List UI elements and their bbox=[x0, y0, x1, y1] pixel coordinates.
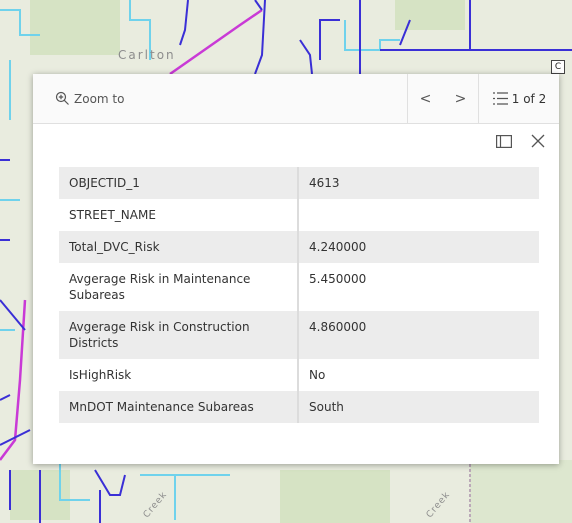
feature-popup: Zoom to < > 1 of 2 OBJECTID_1 4613 STREE… bbox=[33, 74, 559, 464]
list-icon bbox=[492, 92, 508, 105]
map-marker[interactable]: C bbox=[551, 60, 565, 74]
attribute-value: South bbox=[298, 391, 539, 423]
attribute-key: OBJECTID_1 bbox=[59, 167, 299, 199]
popup-toolbar bbox=[33, 124, 559, 158]
next-button[interactable]: > bbox=[451, 91, 471, 107]
attribute-key: MnDOT Maintenance Subareas bbox=[59, 391, 299, 423]
attribute-key: Avgerage Risk in Construction Districts bbox=[59, 311, 299, 359]
attribute-value: 4.240000 bbox=[298, 231, 539, 263]
previous-button[interactable]: < bbox=[416, 91, 436, 107]
attribute-key: Avgerage Risk in Maintenance Subareas bbox=[59, 263, 299, 311]
attribute-value: 4613 bbox=[298, 167, 539, 199]
close-icon[interactable] bbox=[530, 133, 546, 149]
zoom-to-label: Zoom to bbox=[74, 91, 125, 106]
attribute-value: No bbox=[298, 359, 539, 391]
table-row: STREET_NAME bbox=[59, 199, 539, 231]
pagination-nav: < > bbox=[407, 74, 478, 123]
attribute-table: OBJECTID_1 4613 STREET_NAME Total_DVC_Ri… bbox=[59, 167, 539, 423]
attribute-key: Total_DVC_Risk bbox=[59, 231, 299, 263]
table-row: OBJECTID_1 4613 bbox=[59, 167, 539, 199]
attribute-value: 5.450000 bbox=[298, 263, 539, 311]
table-row: Avgerage Risk in Construction Districts … bbox=[59, 311, 539, 359]
table-row: IsHighRisk No bbox=[59, 359, 539, 391]
dock-icon[interactable] bbox=[496, 135, 512, 148]
feature-count-label: 1 of 2 bbox=[511, 91, 547, 106]
park-area bbox=[30, 0, 120, 55]
popup-header: Zoom to < > 1 of 2 bbox=[33, 74, 559, 124]
table-row: Avgerage Risk in Maintenance Subareas 5.… bbox=[59, 263, 539, 311]
map-place-label: Carlton bbox=[118, 48, 176, 62]
park-area bbox=[280, 470, 390, 523]
park-area bbox=[395, 0, 465, 30]
table-row: MnDOT Maintenance Subareas South bbox=[59, 391, 539, 423]
attribute-value bbox=[298, 199, 539, 231]
zoom-in-icon bbox=[55, 91, 69, 105]
feature-count-button[interactable]: 1 of 2 bbox=[478, 74, 559, 123]
attribute-key: STREET_NAME bbox=[59, 199, 299, 231]
attribute-value: 4.860000 bbox=[298, 311, 539, 359]
table-row: Total_DVC_Risk 4.240000 bbox=[59, 231, 539, 263]
zoom-to-button[interactable]: Zoom to bbox=[33, 74, 407, 123]
attribute-key: IsHighRisk bbox=[59, 359, 299, 391]
park-area bbox=[470, 460, 572, 523]
